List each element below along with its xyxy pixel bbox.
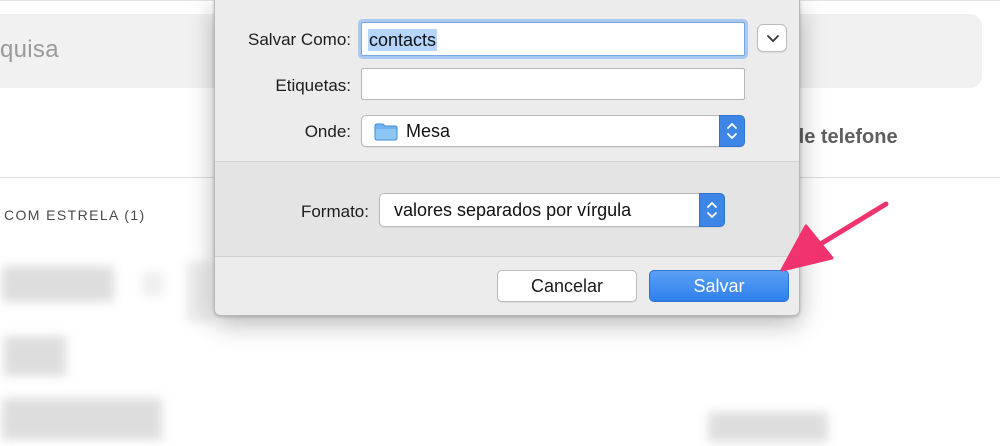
save-as-value: contacts	[368, 29, 438, 51]
save-as-label: Salvar Como:	[248, 30, 351, 49]
save-as-field[interactable]: contacts	[361, 22, 745, 56]
where-value: Mesa	[406, 121, 451, 141]
format-label: Formato:	[300, 202, 369, 221]
blurred-contact-detail	[186, 262, 212, 322]
chevron-down-icon	[767, 35, 779, 42]
footer-divider	[215, 256, 799, 257]
format-popup[interactable]: valores separados por vírgula	[379, 193, 725, 227]
blurred-contact-name[interactable]	[4, 336, 66, 376]
format-stepper[interactable]	[699, 193, 725, 227]
starred-section-header: COM ESTRELA (1)	[4, 207, 146, 223]
blurred-contact-detail	[142, 272, 164, 296]
where-stepper[interactable]	[719, 115, 745, 147]
updown-chevron-icon	[727, 123, 737, 139]
blurred-phone-number	[708, 412, 828, 442]
where-popup[interactable]: Mesa	[361, 115, 745, 147]
folder-icon	[374, 123, 398, 141]
where-label: Onde:	[304, 122, 351, 141]
save-dialog: Salvar Como: contacts Etiquetas: Onde: M…	[214, 0, 800, 316]
tags-field[interactable]	[361, 68, 745, 100]
format-value: valores separados por vírgula	[394, 200, 632, 220]
expand-dialog-button[interactable]	[757, 24, 787, 52]
updown-chevron-icon	[707, 202, 717, 218]
phone-column-header: de telefone	[792, 126, 898, 148]
annotation-arrow	[780, 201, 889, 272]
cancel-button[interactable]: Cancelar	[497, 270, 637, 302]
search-placeholder: quisa	[0, 36, 59, 63]
blurred-contact-name[interactable]	[2, 266, 114, 302]
tags-label: Etiquetas:	[275, 76, 351, 95]
blurred-contact-name[interactable]	[2, 398, 162, 440]
